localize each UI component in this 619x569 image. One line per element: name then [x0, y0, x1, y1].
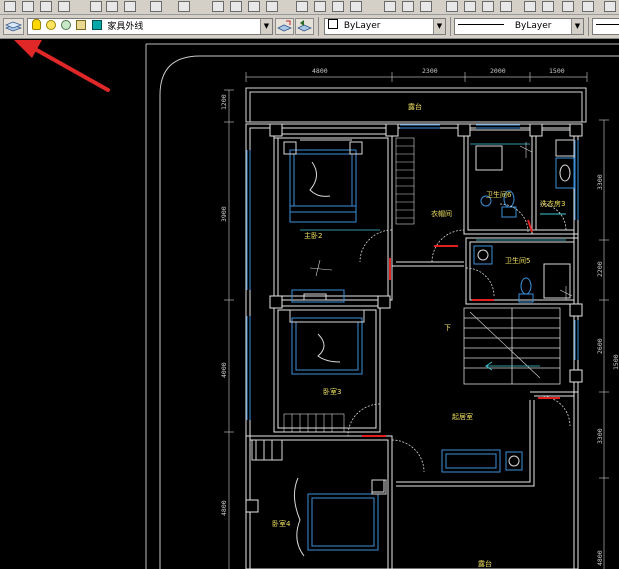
copy2-icon[interactable]: [464, 1, 476, 12]
dim-right-6: 4800: [596, 550, 604, 566]
toolbar-separator: [318, 17, 319, 36]
extend-icon[interactable]: [542, 1, 554, 12]
undo-icon[interactable]: [150, 1, 162, 12]
layers-toolbar: 家具外线 ▼ ByLayer ▼ ByLayer ▼: [0, 15, 619, 39]
design-center-icon[interactable]: [314, 1, 326, 12]
brush-icon[interactable]: [124, 1, 136, 12]
layer-previous-icon: [297, 20, 313, 32]
zoom-window-icon[interactable]: [248, 1, 260, 12]
layer-on-lightbulb-icon[interactable]: [32, 19, 41, 30]
color-value: ByLayer: [343, 21, 381, 31]
dim-left-2: 3900: [220, 206, 228, 222]
room-label-bedroom3: 卧室3: [323, 387, 341, 396]
tool-palette-icon[interactable]: [332, 1, 344, 12]
layers-stack-icon: [4, 21, 23, 32]
layer-previous-button[interactable]: [295, 18, 314, 35]
pan-icon[interactable]: [212, 1, 224, 12]
drawing-canvas[interactable]: 4800 2300 2000 1500 1200 3900 4000 4800 …: [0, 40, 619, 569]
paste-icon[interactable]: [482, 1, 494, 12]
open-icon[interactable]: [402, 1, 414, 12]
lineweight-sample-line: [596, 24, 619, 25]
layer-color-swatch: [91, 20, 102, 30]
markup-icon[interactable]: [384, 1, 396, 12]
room-label-stair-down: 下: [444, 324, 451, 332]
sheet-set-icon[interactable]: [350, 1, 362, 12]
room-label-bedroom4: 卧室4: [272, 519, 291, 528]
room-label-terrace-top: 露台: [408, 102, 422, 111]
linetype-value: ByLayer: [514, 21, 552, 31]
room-label-laundry: 洗衣房3: [540, 199, 565, 208]
layer-unlock-icon[interactable]: [75, 20, 86, 30]
make-object-layer-current-button[interactable]: [275, 18, 294, 35]
dim-top-3: 2000: [490, 67, 506, 75]
zoom-previous-icon[interactable]: [266, 1, 278, 12]
layer-name: 家具外线: [107, 22, 144, 32]
pencil-icon[interactable]: [604, 1, 616, 12]
linetype-dropdown-arrow-icon[interactable]: ▼: [571, 19, 583, 34]
room-label-terrace-bottom: 露台: [478, 559, 492, 568]
copy-icon[interactable]: [106, 1, 118, 12]
dim-top-2: 2300: [422, 67, 438, 75]
standard-toolbar: [0, 0, 619, 15]
color-swatch: [328, 19, 338, 29]
trim-icon[interactable]: [524, 1, 536, 12]
layer-viewport-icon[interactable]: [60, 20, 71, 30]
dim-top-1: 4800: [312, 67, 328, 75]
layer-dropdown-arrow-icon[interactable]: ▼: [260, 19, 272, 34]
linetype-dropdown[interactable]: ByLayer ▼: [454, 18, 584, 35]
redo-icon[interactable]: [178, 1, 190, 12]
explode-icon[interactable]: [582, 1, 594, 12]
match-icon[interactable]: [500, 1, 512, 12]
fillet-icon[interactable]: [562, 1, 574, 12]
dim-left-4: 4800: [220, 500, 228, 516]
print-icon[interactable]: [40, 1, 52, 12]
room-label-living: 起居室: [452, 412, 473, 421]
toolbar-separator: [588, 17, 589, 36]
dim-left-1: 1200: [220, 94, 228, 110]
zoom-realtime-icon[interactable]: [230, 1, 242, 12]
room-label-cloakroom: 衣帽间: [431, 209, 452, 218]
dim-right-1: 3300: [596, 174, 604, 190]
layer-thaw-sun-icon[interactable]: [45, 20, 56, 30]
new-file-icon[interactable]: [4, 1, 16, 12]
cut-icon[interactable]: [90, 1, 102, 12]
layer-current-icon: [277, 20, 293, 32]
toolbar-separator: [450, 17, 451, 36]
color-dropdown[interactable]: ByLayer ▼: [324, 18, 446, 35]
layer-properties-button[interactable]: [3, 18, 24, 35]
room-label-bath6: 卫生间6: [486, 190, 512, 199]
dim-top-4: 1500: [549, 67, 565, 75]
room-label-master-bed: 主卧2: [304, 231, 322, 240]
dim-right-5: 3300: [596, 428, 604, 444]
dim-right-4: 1500: [612, 354, 619, 370]
layer-dropdown[interactable]: 家具外线 ▼: [27, 18, 273, 35]
dim-left-3: 4000: [220, 362, 228, 378]
preview-icon[interactable]: [58, 1, 70, 12]
save-icon[interactable]: [420, 1, 432, 12]
dim-right-3: 2600: [596, 338, 604, 354]
dim-right-2: 2200: [596, 261, 604, 277]
room-label-bath5: 卫生间5: [505, 256, 530, 265]
properties-icon[interactable]: [296, 1, 308, 12]
linetype-sample-line: [458, 24, 504, 25]
cut2-icon[interactable]: [446, 1, 458, 12]
lineweight-dropdown[interactable]: [592, 18, 619, 35]
publish-icon[interactable]: [22, 1, 34, 12]
color-dropdown-arrow-icon[interactable]: ▼: [433, 19, 445, 34]
